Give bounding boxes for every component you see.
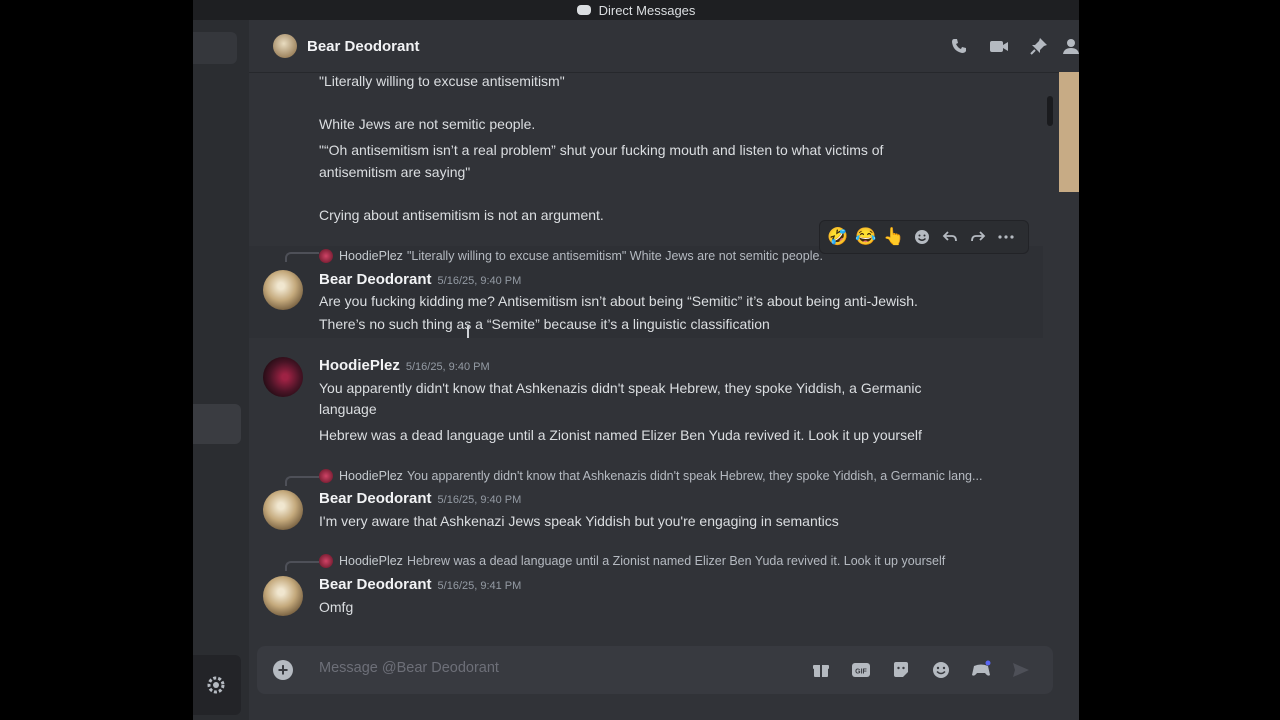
message-text: There’s no such thing as a “Semite” beca… <box>319 316 770 332</box>
avatar[interactable] <box>273 34 297 58</box>
message-text: Are you fucking kidding me? Antisemitism… <box>319 293 918 309</box>
reaction-button[interactable]: 🤣 <box>824 223 852 251</box>
message-text: Crying about antisemitism is not an argu… <box>319 207 604 223</box>
message-text: White Jews are not semitic people. <box>319 116 536 132</box>
reply-text: Hebrew was a dead language until a Zioni… <box>406 554 946 568</box>
message-author[interactable]: Bear Deodorant <box>319 271 432 288</box>
message-text: Hebrew was a dead language until a Zioni… <box>319 427 922 443</box>
video-icon[interactable] <box>979 26 1019 66</box>
avatar <box>319 249 333 263</box>
gear-icon[interactable] <box>203 672 229 698</box>
message-text: "“Oh antisemitism isn’t a real problem” … <box>319 142 884 158</box>
add-friend-icon[interactable] <box>1059 26 1079 66</box>
message-header: Bear Deodorant 5/16/25, 9:40 PM <box>319 490 521 507</box>
sidebar-item-selected[interactable] <box>193 404 241 444</box>
message-header: HoodiePlez 5/16/25, 9:40 PM <box>319 357 490 374</box>
message-input[interactable]: Message @Bear Deodorant <box>319 660 499 676</box>
reaction-button[interactable]: 👆 <box>880 223 908 251</box>
sidebar-search[interactable] <box>193 32 237 64</box>
avatar[interactable] <box>263 270 303 310</box>
user-panel <box>193 655 241 715</box>
emoji-icon[interactable] <box>921 656 961 684</box>
message-text: "Literally willing to excuse antisemitis… <box>319 73 565 89</box>
window-title: Direct Messages <box>598 2 696 18</box>
message-text: You apparently didn't know that Ashkenaz… <box>319 380 922 396</box>
reply-author: HoodiePlez <box>339 249 403 263</box>
add-reaction-icon[interactable] <box>908 223 936 251</box>
message-toolbar: 🤣 😂 👆 <box>819 220 1029 254</box>
reply-author: HoodiePlez <box>339 469 403 483</box>
avatar[interactable] <box>263 357 303 397</box>
message-list: "Literally willing to excuse antisemitis… <box>249 73 1049 643</box>
message-text: language <box>319 401 377 417</box>
composer-actions: GIF <box>801 656 1041 684</box>
gif-icon[interactable]: GIF <box>841 656 881 684</box>
reply-preview[interactable]: HoodiePlez "Literally willing to excuse … <box>319 249 823 263</box>
title-bar: Direct Messages <box>193 0 1079 20</box>
avatar[interactable] <box>263 490 303 530</box>
reply-icon[interactable] <box>936 223 964 251</box>
discord-window: Direct Messages Bear Deodorant "Literall… <box>193 0 1079 720</box>
header-actions <box>939 20 1079 72</box>
reply-text: You apparently didn't know that Ashkenaz… <box>406 469 983 483</box>
reply-preview[interactable]: HoodiePlez You apparently didn't know th… <box>319 469 982 483</box>
message-scrollbar[interactable] <box>1047 96 1053 126</box>
text-cursor <box>467 326 469 338</box>
channel-header: Bear Deodorant <box>249 20 1079 73</box>
message-timestamp: 5/16/25, 9:40 PM <box>437 275 522 287</box>
message-author[interactable]: Bear Deodorant <box>319 576 432 593</box>
reply-spine <box>285 252 319 262</box>
message-author[interactable]: Bear Deodorant <box>319 490 432 507</box>
dm-sidebar <box>193 20 249 720</box>
reply-author: HoodiePlez <box>339 554 403 568</box>
activity-icon[interactable] <box>961 656 1001 684</box>
avatar <box>319 554 333 568</box>
video-preview-strip <box>1059 72 1079 192</box>
message-timestamp: 5/16/25, 9:40 PM <box>405 361 490 373</box>
message-composer[interactable]: + Message @Bear Deodorant GIF <box>257 646 1053 694</box>
message-timestamp: 5/16/25, 9:41 PM <box>437 580 522 592</box>
message-header: Bear Deodorant 5/16/25, 9:40 PM <box>319 271 521 288</box>
plus-icon[interactable]: + <box>273 660 293 680</box>
avatar <box>319 469 333 483</box>
message-timestamp: 5/16/25, 9:40 PM <box>437 494 522 506</box>
avatar[interactable] <box>263 576 303 616</box>
forward-icon[interactable] <box>964 223 992 251</box>
phone-icon[interactable] <box>939 26 979 66</box>
message-author[interactable]: HoodiePlez <box>319 357 400 374</box>
reaction-button[interactable]: 😂 <box>852 223 880 251</box>
reply-spine <box>285 476 319 486</box>
gift-icon[interactable] <box>801 656 841 684</box>
discord-logo-icon <box>576 5 591 15</box>
reply-spine <box>285 561 319 571</box>
svg-text:GIF: GIF <box>855 669 867 676</box>
message-text: I'm very aware that Ashkenazi Jews speak… <box>319 513 839 529</box>
pin-icon[interactable] <box>1019 26 1059 66</box>
more-icon[interactable] <box>992 223 1020 251</box>
sticker-icon[interactable] <box>881 656 921 684</box>
message-text: Omfg <box>319 599 354 615</box>
message-header: Bear Deodorant 5/16/25, 9:41 PM <box>319 576 521 593</box>
dm-user-name[interactable]: Bear Deodorant <box>307 38 420 55</box>
reply-text: "Literally willing to excuse antisemitis… <box>406 249 823 263</box>
reply-preview[interactable]: HoodiePlez Hebrew was a dead language un… <box>319 554 945 568</box>
message-text: antisemitism are saying" <box>319 164 471 180</box>
send-icon[interactable] <box>1001 656 1041 684</box>
